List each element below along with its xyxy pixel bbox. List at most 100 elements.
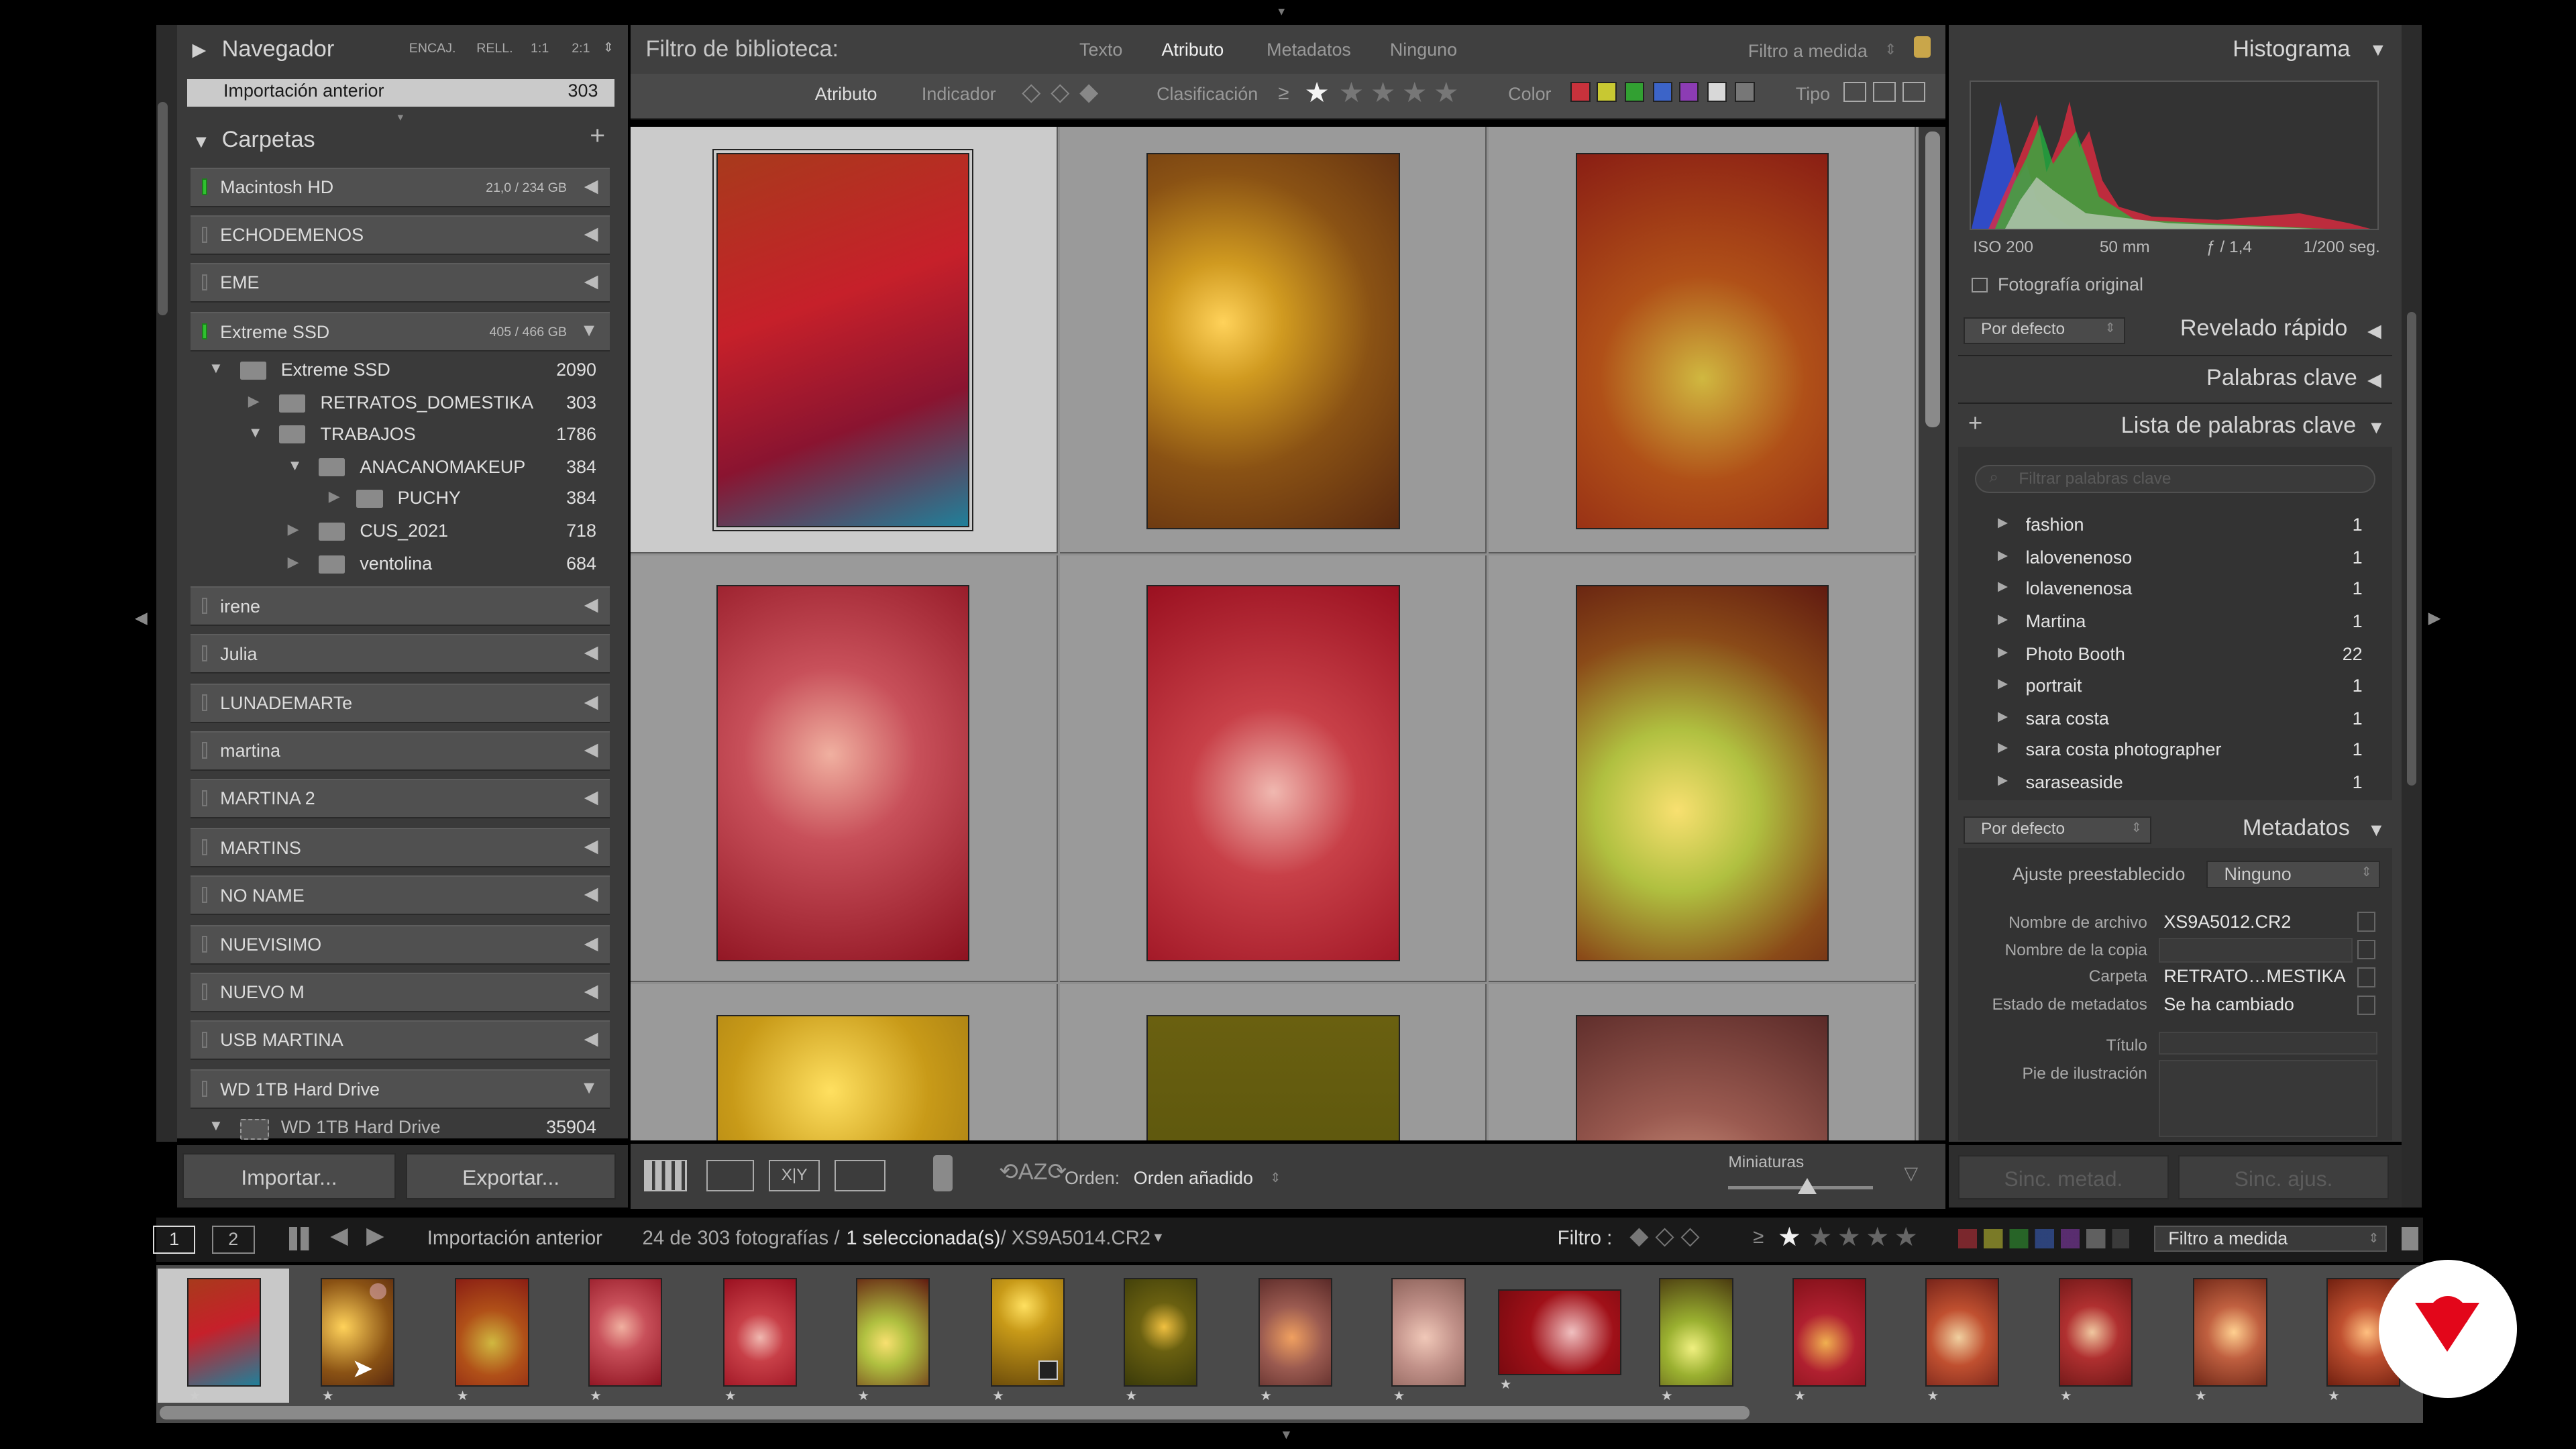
folder-row-anacanomakeup[interactable]: ▼ ANACANOMAKEUP 384	[191, 451, 609, 483]
keyword-row[interactable]: ▶ sara costa photographer 1	[1965, 735, 2382, 766]
metadata-view-select[interactable]: Por defecto ⇕	[1963, 816, 2152, 844]
volume-collapse-icon[interactable]: ▼	[580, 320, 598, 341]
filter-lock-icon[interactable]	[1914, 36, 1931, 58]
photo-thumbnail[interactable]	[1575, 1015, 1829, 1140]
survey-view-icon[interactable]	[835, 1159, 885, 1191]
metadata-filename-value[interactable]: XS9A5012.CR2	[2163, 912, 2291, 932]
folder-expand-icon[interactable]: ▶	[329, 488, 340, 505]
volume-julia[interactable]: Julia ◀	[191, 634, 610, 674]
volume-expand-icon[interactable]: ◀	[584, 836, 598, 857]
keyword-expand-icon[interactable]: ▶	[1998, 578, 2008, 594]
sort-direction-icon[interactable]: ⟲AZ⟳	[999, 1159, 1067, 1185]
keyword-filter-input[interactable]: ⌕ Filtrar palabras clave	[1974, 465, 2376, 493]
filter-tab-metadata[interactable]: Metadatos	[1267, 40, 1351, 60]
folder-row-retratos-domestika[interactable]: ▶ RETRATOS_DOMESTIKA 303	[191, 388, 609, 419]
loupe-view-icon[interactable]	[706, 1159, 755, 1191]
volume-expand-icon[interactable]: ◀	[584, 692, 598, 712]
metadata-folder-action-icon[interactable]	[2357, 967, 2376, 987]
volume-martins[interactable]: MARTINS ◀	[191, 828, 610, 868]
type-virtual-copy-icon[interactable]	[1872, 82, 1896, 102]
folder-row-puchy[interactable]: ▶ PUCHY 384	[191, 483, 609, 515]
flag-filter-icons[interactable]: ◇◇◆	[1022, 77, 1108, 106]
volume-no-name[interactable]: NO NAME ◀	[191, 875, 610, 916]
filmstrip-thumbnail[interactable]	[1792, 1278, 1867, 1387]
volume-expand-icon[interactable]: ◀	[584, 933, 598, 954]
original-photo-checkbox[interactable]	[1971, 277, 1988, 292]
filmstrip-thumbnail[interactable]	[588, 1278, 662, 1387]
add-keyword-icon[interactable]: +	[1968, 409, 1982, 437]
sort-select[interactable]: Orden añadido	[1134, 1168, 1253, 1189]
volume-expand-icon[interactable]: ◀	[584, 739, 598, 760]
volume-lunademarte[interactable]: LUNADEMARTe ◀	[191, 683, 610, 723]
metadata-preset-select[interactable]: Ninguno ⇕	[2206, 861, 2380, 888]
color-green-swatch[interactable]	[1625, 82, 1645, 102]
bottom-panel-toggle-icon[interactable]: ▼	[1280, 1428, 1293, 1443]
type-master-icon[interactable]	[1843, 82, 1867, 102]
color-red-swatch[interactable]	[1570, 82, 1591, 102]
export-button[interactable]: Exportar...	[405, 1153, 616, 1199]
thumbnail-size-knob[interactable]	[1798, 1178, 1817, 1194]
import-button[interactable]: Importar...	[182, 1153, 396, 1199]
folders-toggle-icon[interactable]: ▼	[193, 131, 211, 152]
filmstrip-thumbnail[interactable]	[2058, 1278, 2133, 1387]
photo-thumbnail[interactable]	[1146, 1015, 1400, 1140]
metadata-status-action-icon[interactable]	[2357, 996, 2376, 1016]
sync-settings-button[interactable]: Sinc. ajus.	[2178, 1155, 2389, 1199]
keyword-expand-icon[interactable]: ▶	[1998, 644, 2008, 660]
color-custom-swatch[interactable]	[1707, 82, 1727, 102]
filter-preset-select[interactable]: Filtro a medida	[1748, 41, 1868, 62]
folder-expand-icon[interactable]: ▶	[288, 553, 299, 571]
volume-nuevisimo[interactable]: NUEVISIMO ◀	[191, 924, 610, 965]
grid-cell[interactable]	[1059, 983, 1487, 1140]
grid-scrollbar[interactable]	[1925, 131, 1941, 427]
filter-tab-attribute[interactable]: Atributo	[1161, 40, 1224, 60]
keyword-row[interactable]: ▶ Martina 1	[1965, 606, 2382, 638]
volume-expand-icon[interactable]: ◀	[584, 223, 598, 244]
top-panel-toggle-icon[interactable]: ▾	[1278, 3, 1285, 19]
volume-collapse-icon[interactable]: ▼	[580, 1077, 598, 1098]
folder-row-trabajos[interactable]: ▼ TRABAJOS 1786	[191, 419, 609, 450]
nav-mode-2to1[interactable]: 2:1	[572, 41, 590, 56]
filmstrip-thumbnail[interactable]	[1498, 1289, 1622, 1375]
keyword-row[interactable]: ▶ saraseaside 1	[1965, 767, 2382, 799]
folder-expand-icon[interactable]: ▶	[248, 392, 260, 410]
add-folder-icon[interactable]: +	[590, 121, 605, 151]
grid-cell[interactable]	[1059, 126, 1487, 554]
panel-resize-icon[interactable]: ▾	[398, 110, 404, 124]
filmstrip-color-filters[interactable]	[1958, 1228, 2129, 1249]
filmstrip-thumbnail[interactable]	[2193, 1278, 2267, 1387]
left-scrollbar[interactable]	[158, 101, 168, 316]
volume-expand-icon[interactable]: ◀	[584, 594, 598, 615]
filmstrip-filter-select[interactable]: Filtro a medida ⇕	[2153, 1225, 2387, 1252]
filmstrip-file-dropdown-icon[interactable]: ▼	[1152, 1230, 1165, 1246]
metadata-folder-value[interactable]: RETRATO…MESTIKA	[2163, 966, 2345, 987]
left-panel-toggle-icon[interactable]: ◀	[135, 608, 148, 628]
folder-expand-icon[interactable]: ▶	[288, 521, 299, 538]
photo-thumbnail[interactable]	[1575, 584, 1829, 961]
keywording-toggle-icon[interactable]: ◀	[2367, 370, 2381, 390]
filmstrip-thumbnail[interactable]	[455, 1278, 529, 1387]
photo-thumbnail[interactable]	[711, 148, 974, 532]
volume-echodemenos[interactable]: ECHODEMENOS ◀	[191, 215, 610, 255]
keyword-expand-icon[interactable]: ▶	[1998, 611, 2008, 627]
folder-collapse-icon[interactable]: ▼	[209, 1117, 223, 1134]
quick-develop-toggle-icon[interactable]: ◀	[2367, 321, 2381, 341]
forward-arrow-icon[interactable]: ▶	[366, 1222, 384, 1249]
filmstrip-rating-operator-icon[interactable]: ≥	[1753, 1226, 1764, 1248]
grid-shortcut-icon[interactable]	[289, 1227, 313, 1250]
keyword-expand-icon[interactable]: ▶	[1998, 772, 2008, 788]
window-1-button[interactable]: 1	[152, 1225, 196, 1254]
window-2-button[interactable]: 2	[211, 1225, 255, 1254]
volume-martina[interactable]: martina ◀	[191, 731, 610, 771]
right-panel-toggle-icon[interactable]: ▶	[2428, 608, 2441, 628]
grid-cell[interactable]	[631, 126, 1059, 554]
color-blue-swatch[interactable]	[1652, 82, 1673, 102]
keyword-row[interactable]: ▶ Photo Booth 22	[1965, 639, 2382, 671]
keyword-expand-icon[interactable]: ▶	[1998, 547, 2008, 564]
keyword-row[interactable]: ▶ lolavenenosa 1	[1965, 574, 2382, 605]
catalog-row-previous-import[interactable]: Importación anterior 303	[187, 78, 614, 107]
keyword-row[interactable]: ▶ sara costa 1	[1965, 703, 2382, 735]
volume-irene[interactable]: irene ◀	[191, 586, 610, 627]
grid-cell[interactable]	[631, 983, 1059, 1140]
sort-select-arrows-icon[interactable]: ⇕	[1270, 1170, 1281, 1186]
